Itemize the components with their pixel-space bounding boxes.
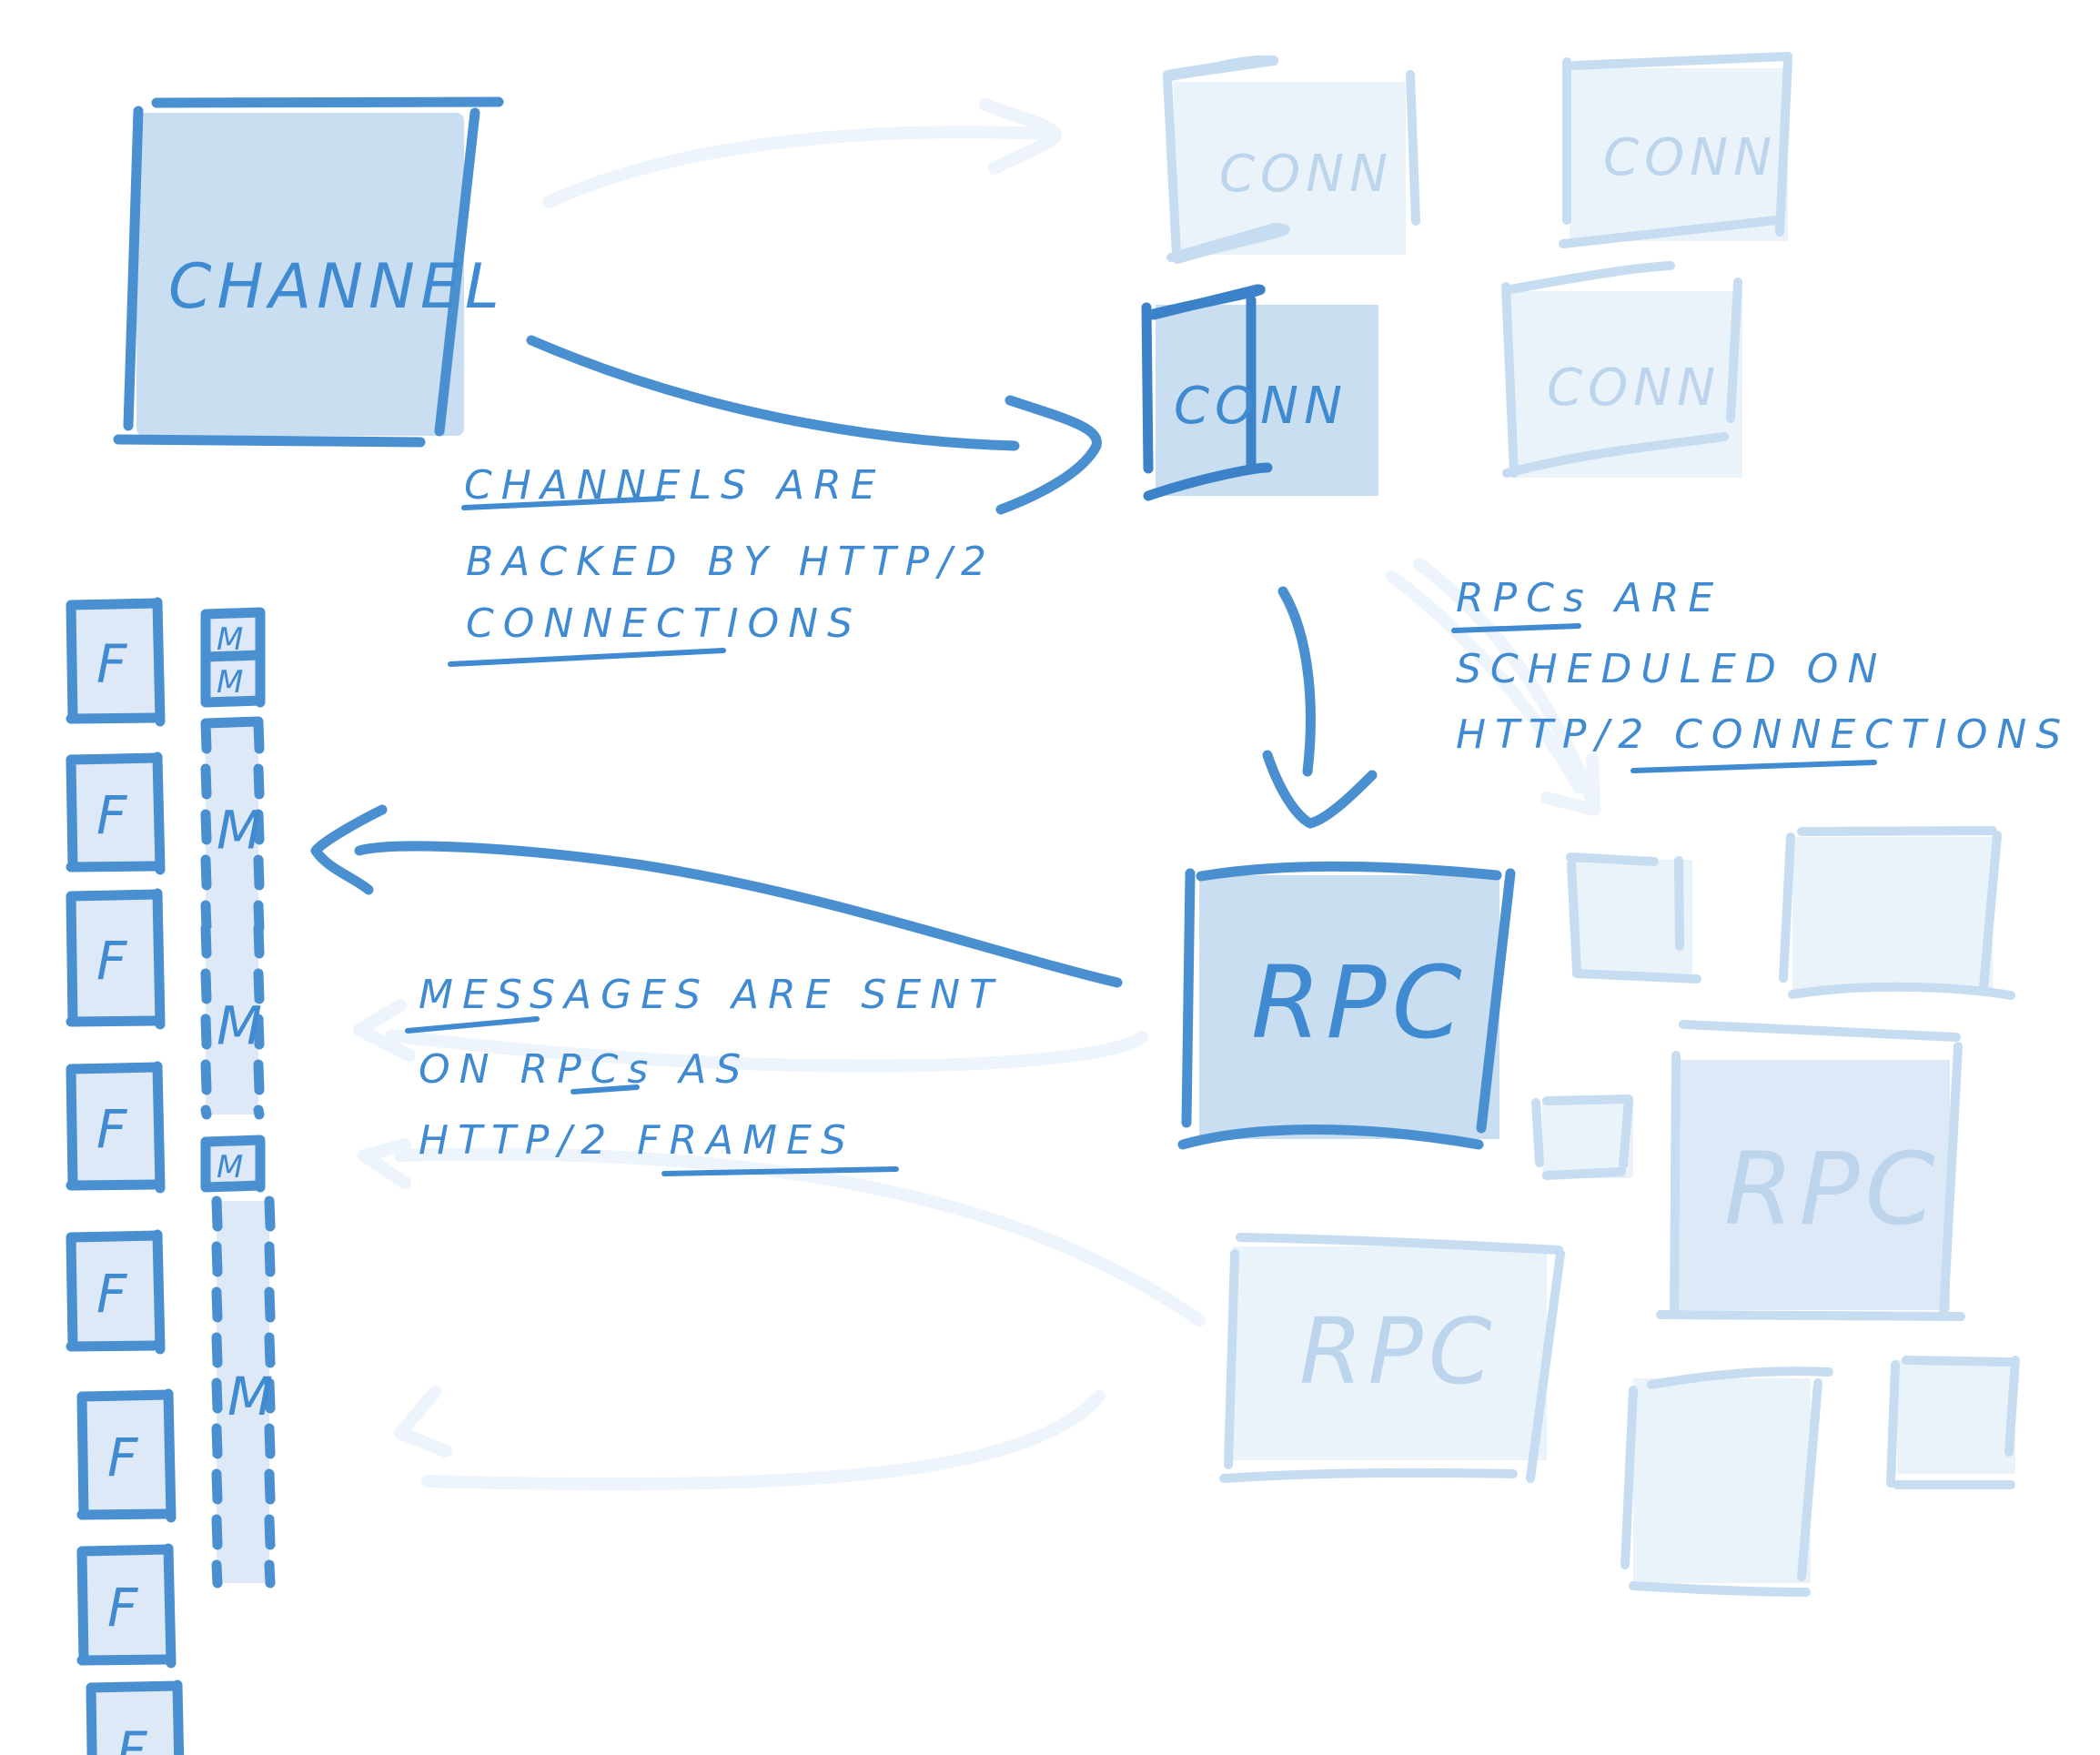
messages-column: MMMMMM: [200, 607, 278, 1589]
message-label: M: [227, 1366, 278, 1427]
frames-column: F F F F F F F F: [66, 597, 185, 1755]
rpc-box-faded-2: RPC: [1656, 1020, 1965, 1321]
message-box: M: [211, 1195, 278, 1589]
frame-box: F: [66, 888, 166, 1030]
message-box: M: [200, 650, 266, 708]
note-messages-line-2: ON RPCs AS: [419, 1046, 750, 1093]
note-rpcs-line-2: SCHEDULED ON: [1456, 646, 1886, 692]
frame-box: F: [76, 1388, 177, 1523]
rpc-faded-label-2: RPC: [1299, 1298, 1498, 1405]
note-rpcs-line-1: RPCs ARE: [1456, 575, 1722, 621]
rpc-small-faded-2: [1531, 1094, 1633, 1180]
frame-box: F: [66, 1061, 166, 1194]
ghost-arrow-rpc-to-frames-3: [394, 1386, 1106, 1491]
conn-box-faded-2: CONN: [1559, 52, 1792, 248]
note-channels-line-1: CHANNELS ARE: [464, 462, 884, 509]
frame-label: F: [96, 784, 132, 846]
rpc-faded-label-1: RPC: [1724, 1131, 1941, 1247]
frame-label: F: [96, 1263, 132, 1325]
rpc-box-faded-top-right: [1779, 826, 2015, 1000]
rpc-box-active: RPC: [1177, 861, 1516, 1150]
diagram-canvas: CHANNEL CONN CONN CONN CONN RPC RPC RPC …: [66, 52, 2070, 1755]
rpc-box-faded-bottom: [1620, 1367, 1833, 1597]
note-rpcs-line-3: HTTP/2 CONNECTIONS: [1456, 711, 2070, 758]
rpc-small-faded-3: [1886, 1356, 2020, 1489]
message-box: M: [200, 1135, 266, 1193]
rpc-small-faded-1: [1566, 852, 1701, 983]
note-messages: MESSAGES ARE SENT ON RPCs AS HTTP/2 FRAM…: [405, 972, 1003, 1176]
message-label: M: [217, 1149, 248, 1185]
note-messages-line-3: HTTP/2 FRAMES: [419, 1117, 855, 1164]
frame-label: F: [96, 633, 132, 695]
frame-label: F: [116, 1720, 152, 1755]
frame-label: F: [96, 930, 132, 992]
note-channels: CHANNELS ARE BACKED BY HTTP/2 CONNECTION…: [448, 462, 995, 667]
conn-faded-label-3: CONN: [1547, 358, 1721, 418]
conn-faded-label-1: CONN: [1219, 145, 1393, 204]
message-label: M: [217, 800, 268, 862]
channel-label: CHANNEL: [168, 251, 505, 323]
rpc-active-label: RPC: [1251, 944, 1468, 1061]
frame-box: F: [76, 1543, 177, 1669]
note-rpcs: RPCs ARE SCHEDULED ON HTTP/2 CONNECTIONS: [1451, 575, 2070, 773]
message-label: M: [217, 664, 248, 701]
arrow-rpc-to-frames: [310, 804, 1123, 988]
frame-box: F: [66, 597, 166, 727]
arrow-conn-to-rpc: [1262, 586, 1378, 829]
frame-label: F: [107, 1427, 143, 1488]
frame-box: F: [66, 1229, 166, 1355]
note-channels-line-2: BACKED BY HTTP/2: [466, 539, 995, 585]
conn-box-faded-3: CONN: [1501, 261, 1742, 478]
message-label: M: [217, 995, 268, 1057]
conn-box-faded-1: CONN: [1163, 55, 1420, 264]
frame-box: F: [86, 1679, 185, 1755]
ghost-arrow-channel-to-conns: [542, 98, 1062, 208]
message-box: M: [200, 923, 268, 1120]
conn-box-active: CONN: [1141, 284, 1378, 501]
frame-label: F: [107, 1577, 143, 1639]
note-messages-line-1: MESSAGES ARE SENT: [419, 972, 1003, 1018]
frame-label: F: [96, 1098, 132, 1160]
note-channels-line-3: CONNECTIONS: [466, 600, 862, 647]
conn-active-label: CONN: [1174, 377, 1348, 436]
message-box: M: [200, 716, 268, 933]
channel-box: CHANNEL: [113, 96, 505, 448]
conn-faded-label-2: CONN: [1603, 128, 1777, 187]
frame-box: F: [66, 751, 166, 875]
rpc-box-faded-3: RPC: [1219, 1233, 1565, 1483]
